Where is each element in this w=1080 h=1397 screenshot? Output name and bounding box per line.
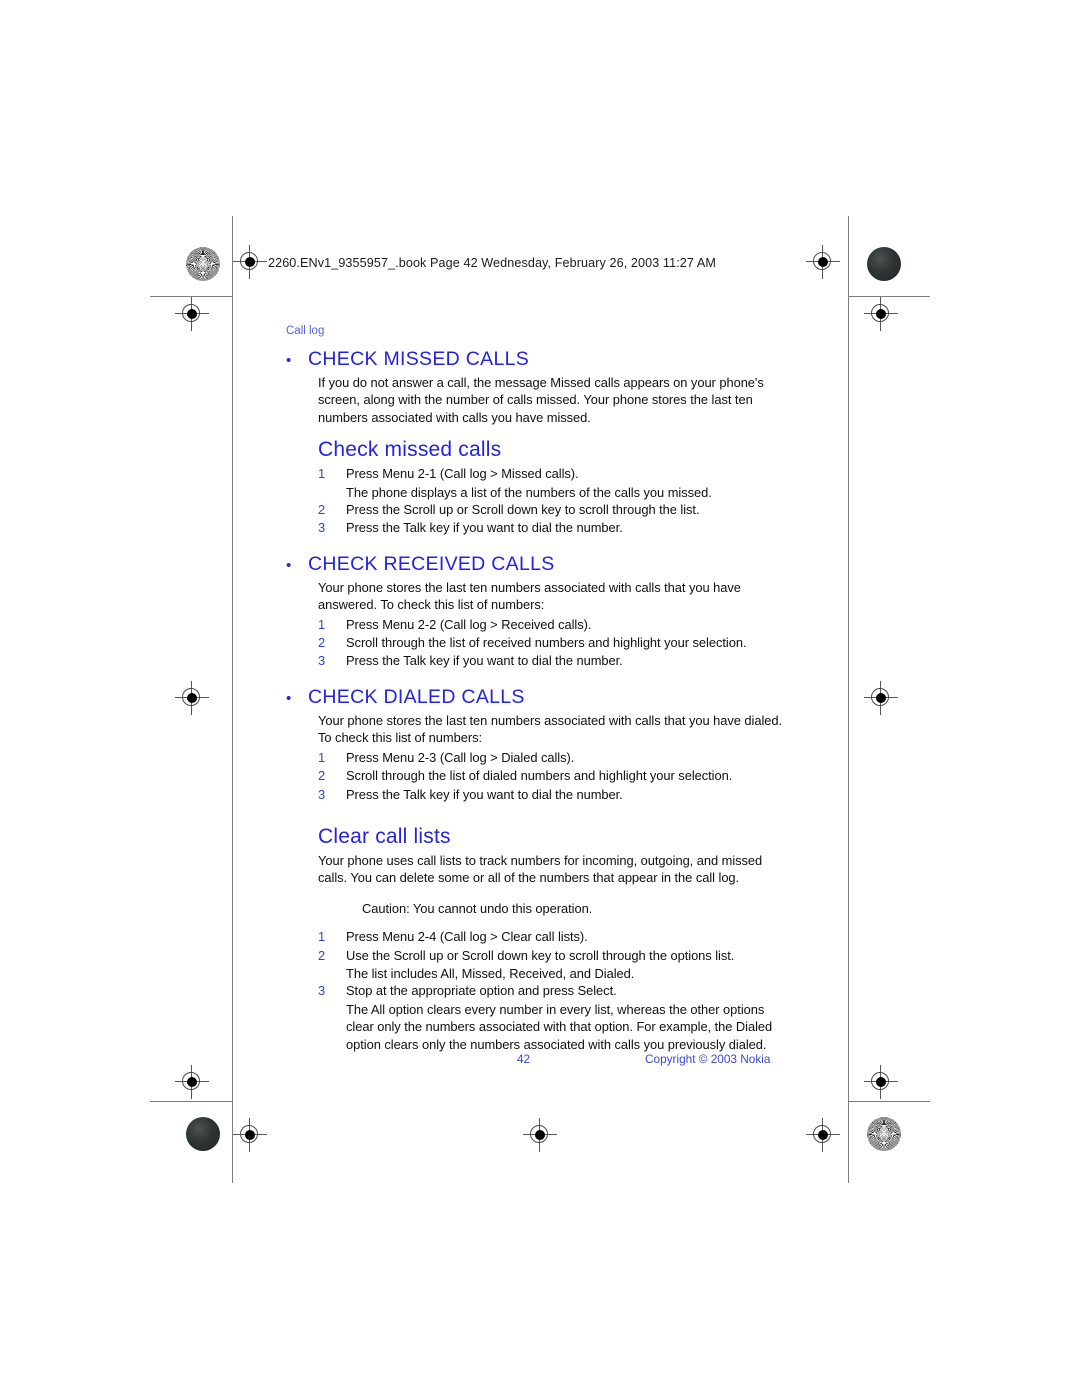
section-heading-row: • CHECK MISSED CALLS (286, 348, 786, 371)
step-item: 3 Stop at the appropriate option and pre… (286, 982, 786, 999)
step-item: 1 Press Menu 2-4 (Call log > Clear call … (286, 928, 786, 945)
registration-mark-bottom-right-inner (864, 1065, 898, 1099)
starburst-target-bottom-right (867, 1117, 901, 1151)
step-item: 3 Press the Talk key if you want to dial… (286, 786, 786, 803)
bullet-icon: • (286, 556, 292, 574)
step-list: 1 Press Menu 2-1 (Call log > Missed call… (286, 465, 786, 537)
caution-note: Caution: You cannot undo this operation. (362, 900, 593, 916)
step-note: The All option clears every number in ev… (346, 1001, 773, 1052)
step-item: 2 Scroll through the list of dialed numb… (286, 767, 786, 784)
crop-line-right-top (848, 216, 849, 298)
step-note-wrapper: The phone displays a list of the numbers… (286, 484, 786, 501)
step-text: Press Menu 2-3 (Call log > Dialed calls)… (346, 749, 575, 765)
registration-mark-bottom-center (523, 1118, 557, 1152)
registration-mark-top-right (806, 245, 840, 279)
section-check-received-calls: • CHECK RECEIVED CALLS Your phone stores… (286, 553, 786, 670)
step-text: Press the Talk key if you want to dial t… (346, 786, 623, 802)
step-number: 2 (318, 635, 326, 651)
section-heading: CHECK DIALED CALLS (308, 685, 525, 708)
step-number: 1 (318, 749, 326, 765)
section-heading-row: • CHECK DIALED CALLS (286, 686, 786, 709)
step-text: Press the Talk key if you want to dial t… (346, 520, 623, 536)
step-number: 3 (318, 653, 326, 669)
step-text: Press the Talk key if you want to dial t… (346, 653, 623, 669)
step-list: 1 Press Menu 2-4 (Call log > Clear call … (286, 928, 786, 1053)
registration-mark-bottom-left (175, 1065, 209, 1099)
step-text: Scroll through the list of dialed number… (346, 768, 733, 784)
starburst-target-top-left (186, 247, 220, 281)
step-text: Press the Scroll up or Scroll down key t… (346, 502, 700, 518)
ink-density-patch-bottom-left (186, 1117, 220, 1151)
registration-mark-top-left (175, 297, 209, 331)
step-item: 2 Use the Scroll up or Scroll down key t… (286, 947, 786, 964)
step-item: 1 Press Menu 2-1 (Call log > Missed call… (286, 465, 786, 482)
step-item: 3 Press the Talk key if you want to dial… (286, 519, 786, 536)
crop-line-right-bottom (848, 1101, 849, 1183)
registration-mark-top-left-inner (233, 245, 267, 279)
step-number: 3 (318, 786, 326, 802)
step-text: Press Menu 2-2 (Call log > Received call… (346, 616, 592, 632)
trim-rule-right (848, 296, 849, 1102)
section-subheading: Check missed calls (318, 438, 502, 462)
step-number: 1 (318, 616, 326, 632)
registration-mark-top-right-inner (864, 297, 898, 331)
registration-mark-bottom-left-inner (233, 1118, 267, 1152)
step-number: 3 (318, 520, 326, 536)
step-number: 1 (318, 466, 326, 482)
step-text: Press Menu 2-1 (Call log > Missed calls)… (346, 466, 579, 482)
step-number: 2 (318, 947, 326, 963)
ink-density-patch-top-right (867, 247, 901, 281)
step-item: 2 Scroll through the list of received nu… (286, 634, 786, 651)
bullet-icon: • (286, 352, 292, 369)
section-check-dialed-calls: • CHECK DIALED CALLS Your phone stores t… (286, 686, 786, 803)
step-text: Stop at the appropriate option and press… (346, 983, 617, 999)
step-number: 1 (318, 929, 326, 945)
step-number: 2 (318, 502, 326, 518)
section-heading: CHECK RECEIVED CALLS (308, 552, 555, 575)
section-intro-paragraph: Your phone uses call lists to track numb… (318, 852, 763, 886)
step-item: 3 Press the Talk key if you want to dial… (286, 652, 786, 669)
copyright-notice: Copyright © 2003 Nokia (645, 1052, 771, 1066)
page-content: • CHECK MISSED CALLS If you do not answe… (286, 348, 786, 1053)
running-head-call-log: Call log (286, 325, 325, 337)
step-note: The list includes All, Missed, Received,… (346, 965, 635, 981)
section-check-missed-calls: • CHECK MISSED CALLS If you do not answe… (286, 348, 786, 537)
registration-mark-left-center (175, 681, 209, 715)
crop-line-bottom-left (150, 1101, 232, 1102)
step-text: Use the Scroll up or Scroll down key to … (346, 947, 735, 963)
step-list: 1 Press Menu 2-3 (Call log > Dialed call… (286, 749, 786, 803)
section-heading-row: • CHECK RECEIVED CALLS (286, 553, 786, 576)
print-file-header: 2260.ENv1_9355957_.book Page 42 Wednesda… (268, 256, 716, 270)
step-list: 1 Press Menu 2-2 (Call log > Received ca… (286, 616, 786, 670)
section-subheading: Clear call lists (318, 824, 451, 848)
section-intro-paragraph: If you do not answer a call, the message… (318, 375, 764, 425)
step-number: 2 (318, 768, 326, 784)
step-text: Scroll through the list of received numb… (346, 635, 747, 651)
step-item: 1 Press Menu 2-2 (Call log > Received ca… (286, 616, 786, 633)
step-text: Press Menu 2-4 (Call log > Clear call li… (346, 929, 588, 945)
section-intro-paragraph: Your phone stores the last ten numbers a… (318, 712, 783, 746)
registration-mark-bottom-right (806, 1118, 840, 1152)
step-item: 1 Press Menu 2-3 (Call log > Dialed call… (286, 749, 786, 766)
step-note-wrapper: The All option clears every number in ev… (286, 1001, 786, 1053)
step-note: The phone displays a list of the numbers… (346, 484, 712, 500)
section-heading: CHECK MISSED CALLS (308, 348, 530, 370)
page-number: 42 (517, 1052, 531, 1066)
bullet-icon: • (286, 689, 292, 707)
section-clear-call-lists: Clear call lists Your phone uses call li… (286, 825, 786, 1053)
registration-mark-right-center (864, 681, 898, 715)
section-intro-paragraph: Your phone stores the last ten numbers a… (318, 579, 741, 613)
crop-line-bottom-right (848, 1101, 930, 1102)
step-note-wrapper: The list includes All, Missed, Received,… (286, 965, 786, 982)
step-number: 3 (318, 983, 326, 999)
trim-rule-left (232, 296, 233, 1102)
step-item: 2 Press the Scroll up or Scroll down key… (286, 501, 786, 518)
